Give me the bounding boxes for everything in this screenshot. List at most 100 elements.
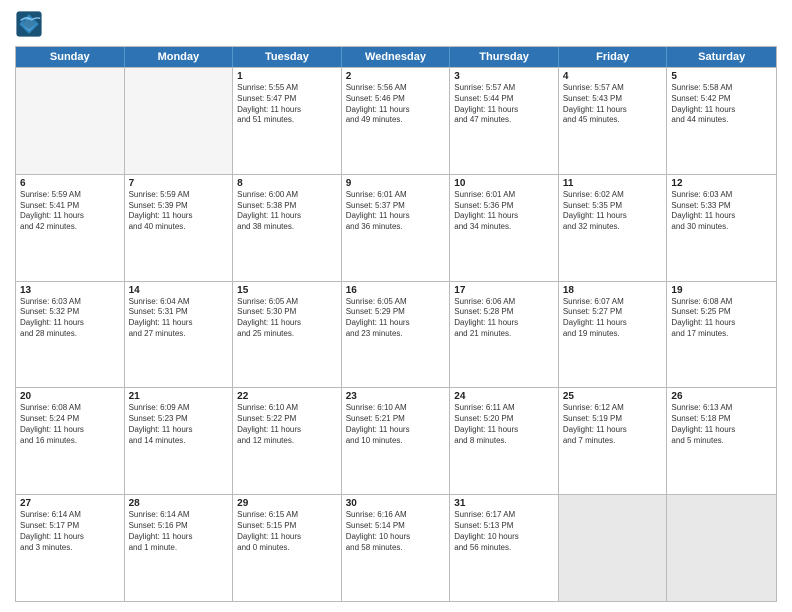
- calendar-cell-empty: [559, 495, 668, 601]
- day-number: 12: [671, 178, 772, 189]
- calendar-cell-day-23: 23Sunrise: 6:10 AM Sunset: 5:21 PM Dayli…: [342, 388, 451, 494]
- day-number: 26: [671, 391, 772, 402]
- calendar-cell-day-24: 24Sunrise: 6:11 AM Sunset: 5:20 PM Dayli…: [450, 388, 559, 494]
- cell-info: Sunrise: 5:56 AM Sunset: 5:46 PM Dayligh…: [346, 83, 446, 126]
- weekday-header-thursday: Thursday: [450, 47, 559, 67]
- calendar-cell-day-21: 21Sunrise: 6:09 AM Sunset: 5:23 PM Dayli…: [125, 388, 234, 494]
- cell-info: Sunrise: 5:58 AM Sunset: 5:42 PM Dayligh…: [671, 83, 772, 126]
- day-number: 3: [454, 71, 554, 82]
- calendar-cell-day-12: 12Sunrise: 6:03 AM Sunset: 5:33 PM Dayli…: [667, 175, 776, 281]
- calendar-cell-day-26: 26Sunrise: 6:13 AM Sunset: 5:18 PM Dayli…: [667, 388, 776, 494]
- day-number: 17: [454, 285, 554, 296]
- weekday-header-wednesday: Wednesday: [342, 47, 451, 67]
- calendar-cell-day-17: 17Sunrise: 6:06 AM Sunset: 5:28 PM Dayli…: [450, 282, 559, 388]
- calendar-cell-day-10: 10Sunrise: 6:01 AM Sunset: 5:36 PM Dayli…: [450, 175, 559, 281]
- day-number: 27: [20, 498, 120, 509]
- cell-info: Sunrise: 6:05 AM Sunset: 5:29 PM Dayligh…: [346, 297, 446, 340]
- day-number: 10: [454, 178, 554, 189]
- weekday-header-friday: Friday: [559, 47, 668, 67]
- day-number: 21: [129, 391, 229, 402]
- cell-info: Sunrise: 5:59 AM Sunset: 5:39 PM Dayligh…: [129, 190, 229, 233]
- header: [15, 10, 777, 38]
- calendar-cell-day-2: 2Sunrise: 5:56 AM Sunset: 5:46 PM Daylig…: [342, 68, 451, 174]
- weekday-header-tuesday: Tuesday: [233, 47, 342, 67]
- calendar-cell-day-19: 19Sunrise: 6:08 AM Sunset: 5:25 PM Dayli…: [667, 282, 776, 388]
- calendar-cell-day-5: 5Sunrise: 5:58 AM Sunset: 5:42 PM Daylig…: [667, 68, 776, 174]
- cell-info: Sunrise: 5:57 AM Sunset: 5:44 PM Dayligh…: [454, 83, 554, 126]
- weekday-header-sunday: Sunday: [16, 47, 125, 67]
- day-number: 16: [346, 285, 446, 296]
- cell-info: Sunrise: 5:57 AM Sunset: 5:43 PM Dayligh…: [563, 83, 663, 126]
- day-number: 25: [563, 391, 663, 402]
- logo: [15, 10, 47, 38]
- calendar-row-0: 1Sunrise: 5:55 AM Sunset: 5:47 PM Daylig…: [16, 67, 776, 174]
- day-number: 19: [671, 285, 772, 296]
- cell-info: Sunrise: 6:10 AM Sunset: 5:21 PM Dayligh…: [346, 403, 446, 446]
- calendar-cell-day-27: 27Sunrise: 6:14 AM Sunset: 5:17 PM Dayli…: [16, 495, 125, 601]
- calendar-cell-day-30: 30Sunrise: 6:16 AM Sunset: 5:14 PM Dayli…: [342, 495, 451, 601]
- calendar: SundayMondayTuesdayWednesdayThursdayFrid…: [15, 46, 777, 602]
- calendar-cell-day-31: 31Sunrise: 6:17 AM Sunset: 5:13 PM Dayli…: [450, 495, 559, 601]
- calendar-cell-day-3: 3Sunrise: 5:57 AM Sunset: 5:44 PM Daylig…: [450, 68, 559, 174]
- cell-info: Sunrise: 6:01 AM Sunset: 5:37 PM Dayligh…: [346, 190, 446, 233]
- logo-icon: [15, 10, 43, 38]
- calendar-cell-day-8: 8Sunrise: 6:00 AM Sunset: 5:38 PM Daylig…: [233, 175, 342, 281]
- calendar-cell-day-20: 20Sunrise: 6:08 AM Sunset: 5:24 PM Dayli…: [16, 388, 125, 494]
- day-number: 2: [346, 71, 446, 82]
- day-number: 13: [20, 285, 120, 296]
- calendar-row-2: 13Sunrise: 6:03 AM Sunset: 5:32 PM Dayli…: [16, 281, 776, 388]
- cell-info: Sunrise: 6:03 AM Sunset: 5:33 PM Dayligh…: [671, 190, 772, 233]
- calendar-body: 1Sunrise: 5:55 AM Sunset: 5:47 PM Daylig…: [16, 67, 776, 601]
- day-number: 5: [671, 71, 772, 82]
- day-number: 20: [20, 391, 120, 402]
- day-number: 30: [346, 498, 446, 509]
- day-number: 31: [454, 498, 554, 509]
- weekday-header-saturday: Saturday: [667, 47, 776, 67]
- calendar-cell-day-28: 28Sunrise: 6:14 AM Sunset: 5:16 PM Dayli…: [125, 495, 234, 601]
- cell-info: Sunrise: 6:17 AM Sunset: 5:13 PM Dayligh…: [454, 510, 554, 553]
- day-number: 29: [237, 498, 337, 509]
- cell-info: Sunrise: 6:13 AM Sunset: 5:18 PM Dayligh…: [671, 403, 772, 446]
- day-number: 8: [237, 178, 337, 189]
- calendar-cell-day-22: 22Sunrise: 6:10 AM Sunset: 5:22 PM Dayli…: [233, 388, 342, 494]
- cell-info: Sunrise: 6:07 AM Sunset: 5:27 PM Dayligh…: [563, 297, 663, 340]
- cell-info: Sunrise: 6:05 AM Sunset: 5:30 PM Dayligh…: [237, 297, 337, 340]
- calendar-cell-day-15: 15Sunrise: 6:05 AM Sunset: 5:30 PM Dayli…: [233, 282, 342, 388]
- cell-info: Sunrise: 6:04 AM Sunset: 5:31 PM Dayligh…: [129, 297, 229, 340]
- day-number: 7: [129, 178, 229, 189]
- calendar-cell-empty: [16, 68, 125, 174]
- calendar-cell-day-6: 6Sunrise: 5:59 AM Sunset: 5:41 PM Daylig…: [16, 175, 125, 281]
- day-number: 6: [20, 178, 120, 189]
- calendar-row-3: 20Sunrise: 6:08 AM Sunset: 5:24 PM Dayli…: [16, 387, 776, 494]
- calendar-cell-day-14: 14Sunrise: 6:04 AM Sunset: 5:31 PM Dayli…: [125, 282, 234, 388]
- cell-info: Sunrise: 6:12 AM Sunset: 5:19 PM Dayligh…: [563, 403, 663, 446]
- calendar-header: SundayMondayTuesdayWednesdayThursdayFrid…: [16, 47, 776, 67]
- cell-info: Sunrise: 6:08 AM Sunset: 5:24 PM Dayligh…: [20, 403, 120, 446]
- calendar-cell-empty: [125, 68, 234, 174]
- calendar-cell-day-16: 16Sunrise: 6:05 AM Sunset: 5:29 PM Dayli…: [342, 282, 451, 388]
- calendar-cell-day-25: 25Sunrise: 6:12 AM Sunset: 5:19 PM Dayli…: [559, 388, 668, 494]
- cell-info: Sunrise: 6:14 AM Sunset: 5:17 PM Dayligh…: [20, 510, 120, 553]
- cell-info: Sunrise: 5:59 AM Sunset: 5:41 PM Dayligh…: [20, 190, 120, 233]
- cell-info: Sunrise: 5:55 AM Sunset: 5:47 PM Dayligh…: [237, 83, 337, 126]
- calendar-cell-day-13: 13Sunrise: 6:03 AM Sunset: 5:32 PM Dayli…: [16, 282, 125, 388]
- calendar-cell-day-11: 11Sunrise: 6:02 AM Sunset: 5:35 PM Dayli…: [559, 175, 668, 281]
- cell-info: Sunrise: 6:02 AM Sunset: 5:35 PM Dayligh…: [563, 190, 663, 233]
- day-number: 4: [563, 71, 663, 82]
- calendar-cell-day-9: 9Sunrise: 6:01 AM Sunset: 5:37 PM Daylig…: [342, 175, 451, 281]
- day-number: 23: [346, 391, 446, 402]
- day-number: 28: [129, 498, 229, 509]
- cell-info: Sunrise: 6:03 AM Sunset: 5:32 PM Dayligh…: [20, 297, 120, 340]
- calendar-cell-empty: [667, 495, 776, 601]
- calendar-cell-day-1: 1Sunrise: 5:55 AM Sunset: 5:47 PM Daylig…: [233, 68, 342, 174]
- calendar-cell-day-4: 4Sunrise: 5:57 AM Sunset: 5:43 PM Daylig…: [559, 68, 668, 174]
- day-number: 11: [563, 178, 663, 189]
- calendar-cell-day-7: 7Sunrise: 5:59 AM Sunset: 5:39 PM Daylig…: [125, 175, 234, 281]
- cell-info: Sunrise: 6:10 AM Sunset: 5:22 PM Dayligh…: [237, 403, 337, 446]
- day-number: 14: [129, 285, 229, 296]
- calendar-row-4: 27Sunrise: 6:14 AM Sunset: 5:17 PM Dayli…: [16, 494, 776, 601]
- day-number: 9: [346, 178, 446, 189]
- day-number: 1: [237, 71, 337, 82]
- day-number: 22: [237, 391, 337, 402]
- day-number: 15: [237, 285, 337, 296]
